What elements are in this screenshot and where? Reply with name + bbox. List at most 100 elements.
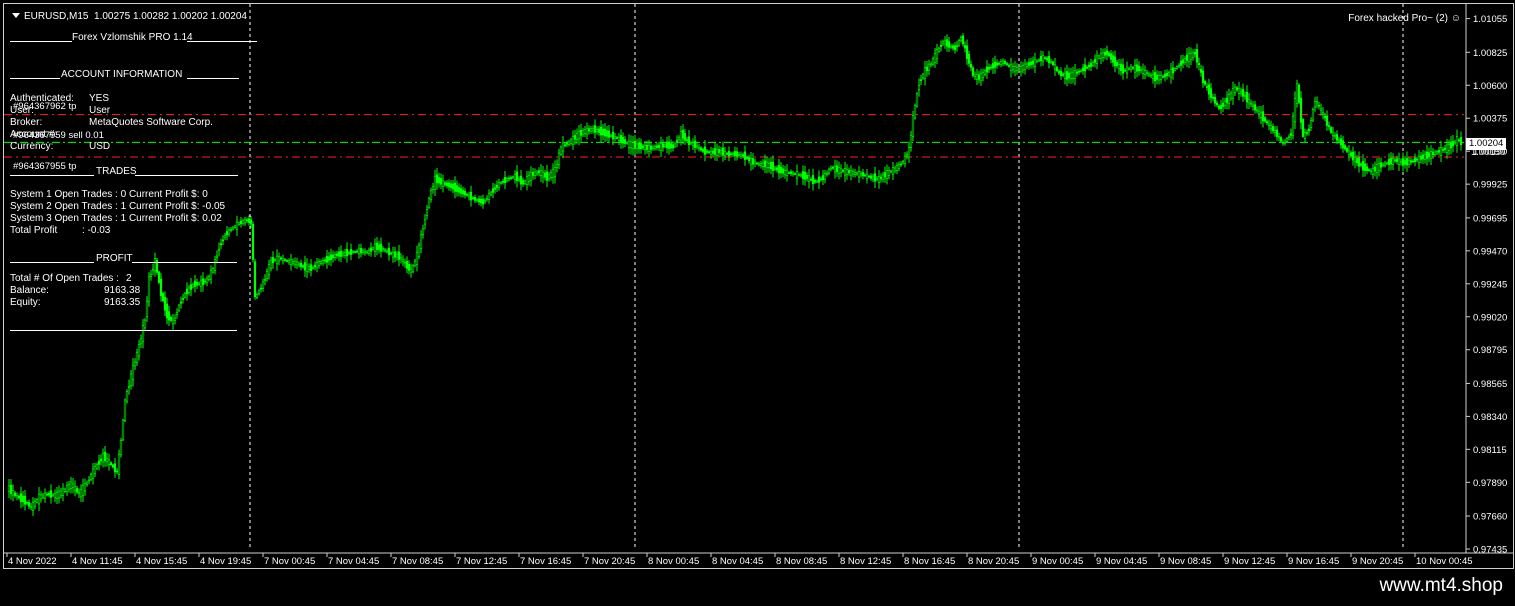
candle-body	[1153, 72, 1157, 82]
candle-body	[833, 165, 837, 173]
y-tick-label: 0.99925	[1473, 180, 1507, 191]
candle-body	[29, 505, 33, 508]
candle-body	[667, 141, 671, 149]
y-tick-label: 0.98795	[1473, 345, 1507, 356]
candle-body	[971, 67, 975, 76]
candle-body	[1033, 58, 1037, 67]
candle-body	[1189, 52, 1193, 60]
candle-body	[1311, 108, 1315, 121]
candle-body	[859, 173, 863, 176]
candle-body	[435, 174, 439, 184]
candle-body	[655, 145, 659, 148]
candle-body	[1039, 55, 1043, 62]
candle-body	[663, 144, 667, 147]
candle-body	[1377, 163, 1381, 171]
candle-body	[41, 494, 45, 498]
candle-body	[1099, 52, 1103, 60]
candle-body	[1429, 151, 1433, 160]
candle-body	[269, 259, 273, 269]
candle-body	[1353, 157, 1357, 163]
candle-body	[869, 175, 873, 179]
candle-body	[1215, 102, 1219, 106]
candle-body	[495, 184, 499, 188]
candle-body	[731, 153, 735, 156]
candle-body	[1303, 132, 1307, 139]
candle-body	[399, 257, 403, 260]
candle-body	[981, 71, 985, 78]
y-tick-label: 1.00825	[1473, 48, 1507, 59]
candle-body	[685, 139, 689, 142]
x-tick-label: 8 Nov 08:45	[776, 556, 827, 567]
candle-body	[1071, 71, 1075, 79]
candle-body	[297, 263, 301, 266]
candle-body	[1047, 56, 1051, 64]
candle-body	[93, 466, 97, 474]
session-separators	[249, 4, 1404, 549]
candle-body	[115, 470, 119, 473]
system3-trades: System 3 Open Trades : 1 Current Profit …	[10, 213, 222, 224]
candle-body	[1081, 67, 1085, 71]
candle-body	[1027, 62, 1031, 66]
candle-body	[1381, 163, 1385, 166]
candle-body	[1113, 56, 1117, 67]
candle-body	[465, 193, 469, 196]
candle-body	[443, 182, 447, 185]
candle-body	[1159, 75, 1163, 80]
candle-body	[721, 147, 725, 156]
candle-body	[1057, 70, 1061, 74]
brand-watermark[interactable]: www.mt4.shop	[1379, 575, 1503, 597]
candle-body	[1179, 60, 1183, 66]
candle-body	[1373, 166, 1377, 172]
candle-body	[441, 180, 445, 187]
candle-body	[829, 167, 833, 170]
candle-body	[1265, 121, 1269, 124]
candle-body	[1139, 69, 1143, 71]
candle-body	[27, 502, 31, 507]
candle-body	[573, 135, 577, 140]
candle-body	[477, 198, 481, 203]
candle-body	[1267, 123, 1271, 127]
candle-body	[949, 45, 953, 48]
candle-body	[705, 150, 709, 153]
candle-body	[585, 127, 589, 135]
candle-body	[445, 182, 449, 187]
candle-body	[1229, 93, 1233, 99]
candle-body	[387, 247, 391, 256]
x-tick-label: 7 Nov 00:45	[264, 556, 315, 567]
candle-body	[453, 182, 457, 192]
candle-body	[945, 39, 949, 47]
currency-label: Currency:	[10, 141, 54, 152]
candle-body	[1133, 65, 1137, 73]
tp-label-1[interactable]: #964367962 tp	[13, 101, 76, 112]
candle-body	[773, 167, 777, 170]
tp-label-2[interactable]: #964367955 tp	[13, 161, 76, 172]
candle-body	[1195, 49, 1199, 63]
candle-body	[775, 167, 779, 171]
order-label-sell[interactable]: #964367959 sell 0.01	[13, 130, 104, 141]
candle-body	[1347, 150, 1351, 156]
candle-body	[449, 183, 453, 188]
candle-body	[1169, 69, 1173, 78]
candle-body	[857, 171, 861, 178]
candle-body	[779, 166, 783, 174]
candle-body	[1453, 141, 1457, 144]
candle-body	[681, 129, 685, 139]
candle-body	[865, 173, 869, 179]
candle-body	[615, 137, 619, 139]
candle-body	[541, 171, 545, 178]
candle-body	[967, 53, 971, 64]
candle-body	[1269, 125, 1273, 129]
candle-body	[933, 53, 937, 63]
x-tick-label: 9 Nov 08:45	[1160, 556, 1211, 567]
candle-body	[777, 165, 781, 174]
candle-body	[23, 495, 27, 505]
candle-body	[801, 171, 805, 179]
candle-body	[823, 173, 827, 180]
candle-body	[519, 175, 523, 185]
candle-body	[1077, 70, 1081, 73]
candle-body	[1433, 151, 1437, 155]
chart-area[interactable]: 1.01055 1.00825 1.00600 1.00375 1.00150 0.999…	[3, 3, 1514, 569]
candle-body	[323, 259, 327, 262]
candle-body	[653, 146, 657, 149]
expert-advisor-label[interactable]: Forex hacked Pro~ (2) ☺	[1348, 13, 1461, 24]
